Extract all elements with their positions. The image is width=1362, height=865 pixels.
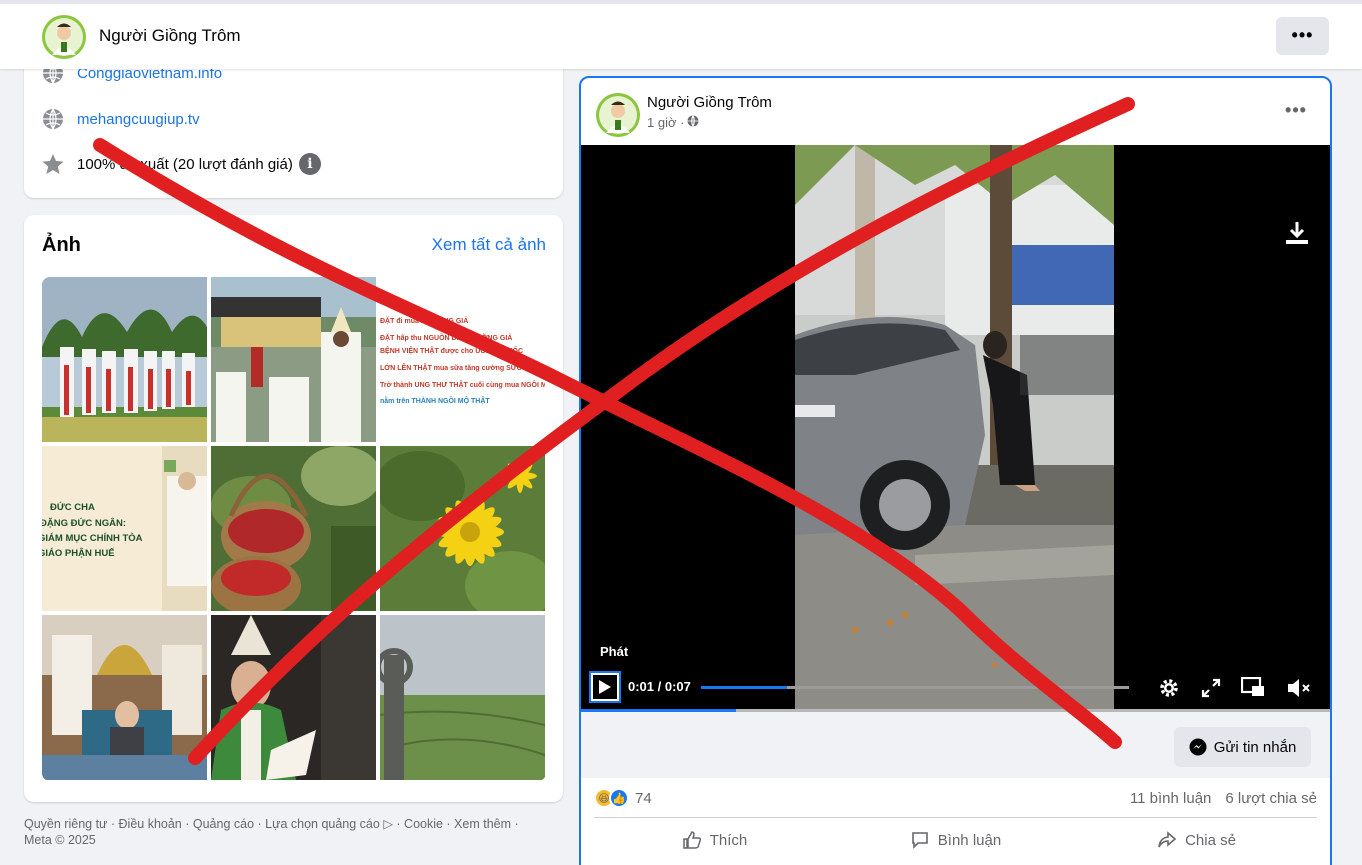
more-options-button[interactable]: •••	[1276, 17, 1329, 55]
thumb-text: ĐẶNG ĐỨC NGÂN:	[42, 517, 126, 529]
mute-icon[interactable]	[1286, 675, 1312, 701]
reaction-count[interactable]: 74	[635, 790, 652, 807]
share-count[interactable]: 6 lượt chia sẻ	[1225, 790, 1317, 807]
author-avatar[interactable]	[596, 93, 640, 137]
thumb-text: nằm trên THÀNH NGÔI MỘ THẬT	[380, 396, 490, 405]
video-time: 0:01 / 0:07	[628, 679, 691, 694]
thumb-text: Trở thành UNG THƯ THẬT cuối cùng mua NGÔ…	[380, 380, 545, 389]
send-message-button[interactable]: Gửi tin nhắn	[1174, 727, 1311, 767]
send-message-label: Gửi tin nhắn	[1213, 738, 1297, 756]
globe-icon	[687, 115, 699, 130]
post-timestamp: 1 giờ ·	[647, 115, 699, 130]
thumb-text: ĐỨC CHA	[50, 501, 95, 513]
globe-icon	[41, 107, 65, 131]
photo-thumbnail[interactable]	[211, 615, 376, 780]
thumb-text: GIÁO PHẬN HUẾ	[42, 547, 115, 559]
photo-grid: ĐẶT đi mua MẬT ONG GIẢ ĐẶT hấp thu NGUỒN…	[42, 277, 546, 781]
photo-thumbnail[interactable]: ĐẶT đi mua MẬT ONG GIẢ ĐẶT hấp thu NGUỒN…	[380, 277, 545, 442]
settings-icon[interactable]	[1156, 675, 1182, 701]
comment-button[interactable]: Bình luận	[835, 820, 1076, 860]
thumb-text: LỚN LÊN THẬT mua sữa tăng cường SỨC KHỎE	[380, 363, 544, 372]
thumbs-up-icon	[682, 831, 701, 849]
photo-thumbnail[interactable]	[211, 446, 376, 611]
play-tooltip: Phát	[600, 644, 629, 659]
like-label: Thích	[709, 831, 748, 849]
page-title[interactable]: Người Giồng Trôm	[99, 26, 241, 46]
photos-card: Ảnh Xem tất cả ảnh ĐẶT đi mua MẬT ONG GI…	[24, 215, 563, 802]
comment-icon	[911, 832, 928, 849]
photo-thumbnail[interactable]	[380, 615, 545, 780]
like-reaction-icon: 👍	[609, 788, 629, 808]
rating-text: 100% đề xuất (20 lượt đánh giá)	[77, 155, 293, 173]
post-actions: Thích Bình luận Chia sẻ	[594, 820, 1317, 860]
info-icon[interactable]: i	[298, 153, 321, 175]
like-button[interactable]: Thích	[594, 820, 835, 860]
post-more-button[interactable]: •••	[1281, 100, 1311, 124]
message-area: Gửi tin nhắn	[581, 712, 1330, 778]
thumb-text: ĐẶT đi mua MẬT ONG GIẢ	[380, 316, 468, 325]
photo-thumbnail[interactable]: ĐỨC CHA ĐẶNG ĐỨC NGÂN: GIÁM MỤC CHÍNH TÒ…	[42, 446, 207, 611]
picture-in-picture-icon[interactable]	[1240, 675, 1266, 701]
page-header-bar: Người Giồng Trôm •••	[0, 0, 1362, 69]
reactions-icons[interactable]: 😆 👍	[594, 788, 629, 808]
photo-thumbnail[interactable]	[42, 615, 207, 780]
video-player[interactable]: Phát 0:01 / 0:07	[581, 145, 1330, 712]
page-avatar[interactable]	[42, 15, 86, 59]
see-all-photos-link[interactable]: Xem tất cả ảnh	[432, 235, 546, 255]
website-link-2[interactable]: mehangcuugiup.tv	[77, 111, 200, 128]
video-progress-fill	[701, 686, 787, 689]
star-icon	[41, 152, 65, 176]
messenger-icon	[1189, 738, 1207, 756]
video-frame	[795, 145, 1114, 712]
copyright-text: Meta © 2025	[24, 833, 96, 847]
post-card: Người Giồng Trôm 1 giờ · ••• Phát 0:01 /…	[579, 76, 1332, 865]
footer-links: Quyền riêng tư · Điều khoản · Quảng cáo …	[24, 816, 554, 848]
website-row: mehangcuugiup.tv	[41, 107, 200, 131]
divider	[594, 817, 1317, 818]
video-progress-bar[interactable]	[701, 686, 1129, 689]
photos-heading: Ảnh	[42, 234, 81, 256]
post-time-text[interactable]: 1 giờ ·	[647, 115, 684, 130]
photo-thumbnail[interactable]	[380, 446, 545, 611]
photo-thumbnail[interactable]	[211, 277, 376, 442]
comment-label: Bình luận	[937, 831, 1002, 849]
thumb-text: GIÁM MỤC CHÍNH TÒA	[42, 532, 143, 544]
post-author-name[interactable]: Người Giồng Trôm	[647, 94, 772, 111]
post-stats: 😆 👍 74 11 bình luận 6 lượt chia sẻ	[594, 786, 1317, 810]
download-icon[interactable]	[1284, 220, 1310, 251]
fullscreen-icon[interactable]	[1198, 675, 1224, 701]
footer-text[interactable]: Quyền riêng tư · Điều khoản · Quảng cáo …	[24, 816, 554, 832]
photo-thumbnail[interactable]	[42, 277, 207, 442]
rating-row: 100% đề xuất (20 lượt đánh giá) i	[41, 152, 321, 176]
play-icon	[599, 680, 611, 694]
share-icon	[1158, 831, 1177, 848]
share-button[interactable]: Chia sẻ	[1076, 820, 1317, 860]
play-button[interactable]	[589, 671, 621, 703]
share-label: Chia sẻ	[1185, 831, 1236, 849]
comment-count[interactable]: 11 bình luận	[1130, 790, 1211, 807]
